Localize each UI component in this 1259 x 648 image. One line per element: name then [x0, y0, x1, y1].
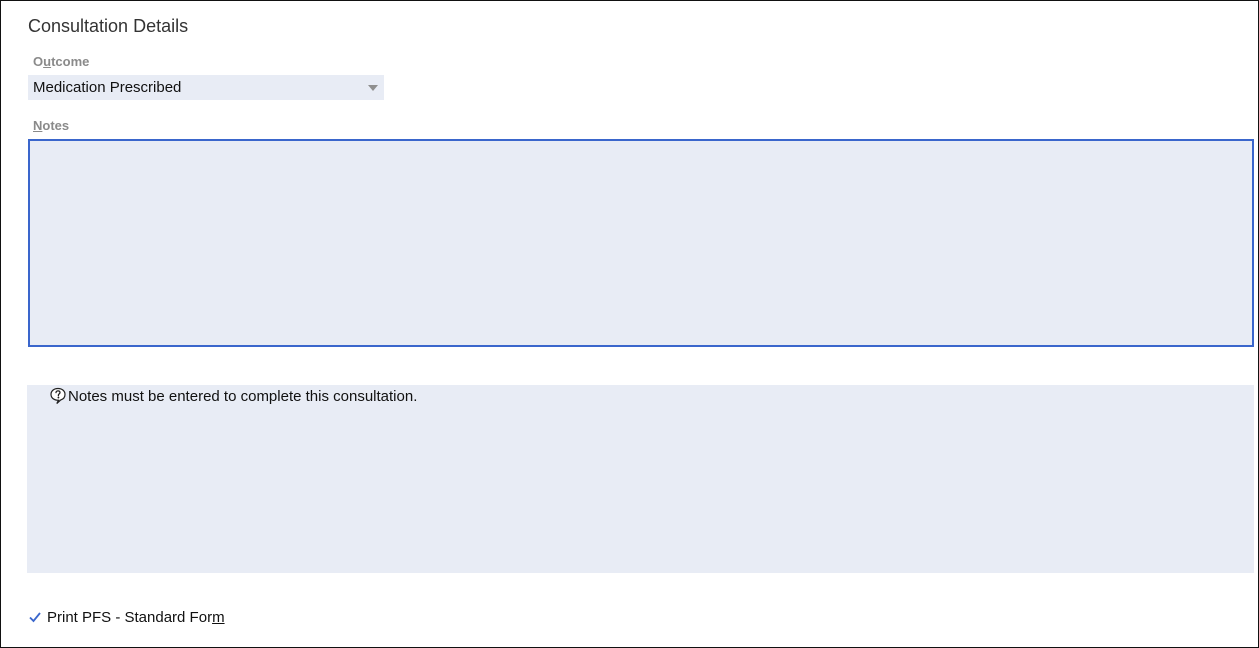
print-pfs-label-main: Print PFS - Standard For [47, 609, 213, 626]
outcome-label-prefix: O [33, 54, 44, 69]
notes-label-suffix: otes [42, 118, 70, 133]
print-pfs-label-accel: m [212, 609, 225, 626]
outcome-label-accel: u [43, 54, 52, 69]
section-title: Consultation Details [28, 16, 189, 36]
chevron-down-icon[interactable] [368, 85, 378, 91]
notes-label: Notes [33, 118, 69, 133]
outcome-dropdown[interactable]: Medication Prescribed [28, 75, 384, 100]
outcome-label: Outcome [33, 54, 89, 69]
outcome-selected-value: Medication Prescribed [33, 79, 182, 96]
question-bubble-icon [50, 387, 66, 404]
notes-textarea[interactable] [28, 139, 1254, 347]
consultation-details-panel: Consultation Details Outcome Medication … [0, 0, 1259, 648]
validation-message-panel: Notes must be entered to complete this c… [27, 385, 1254, 573]
checkmark-icon[interactable] [28, 609, 42, 625]
notes-label-accel: N [33, 118, 43, 133]
outcome-label-suffix: tcome [51, 54, 90, 69]
validation-message: Notes must be entered to complete this c… [68, 388, 418, 405]
print-pfs-label[interactable]: Print PFS - Standard Form [47, 609, 225, 626]
